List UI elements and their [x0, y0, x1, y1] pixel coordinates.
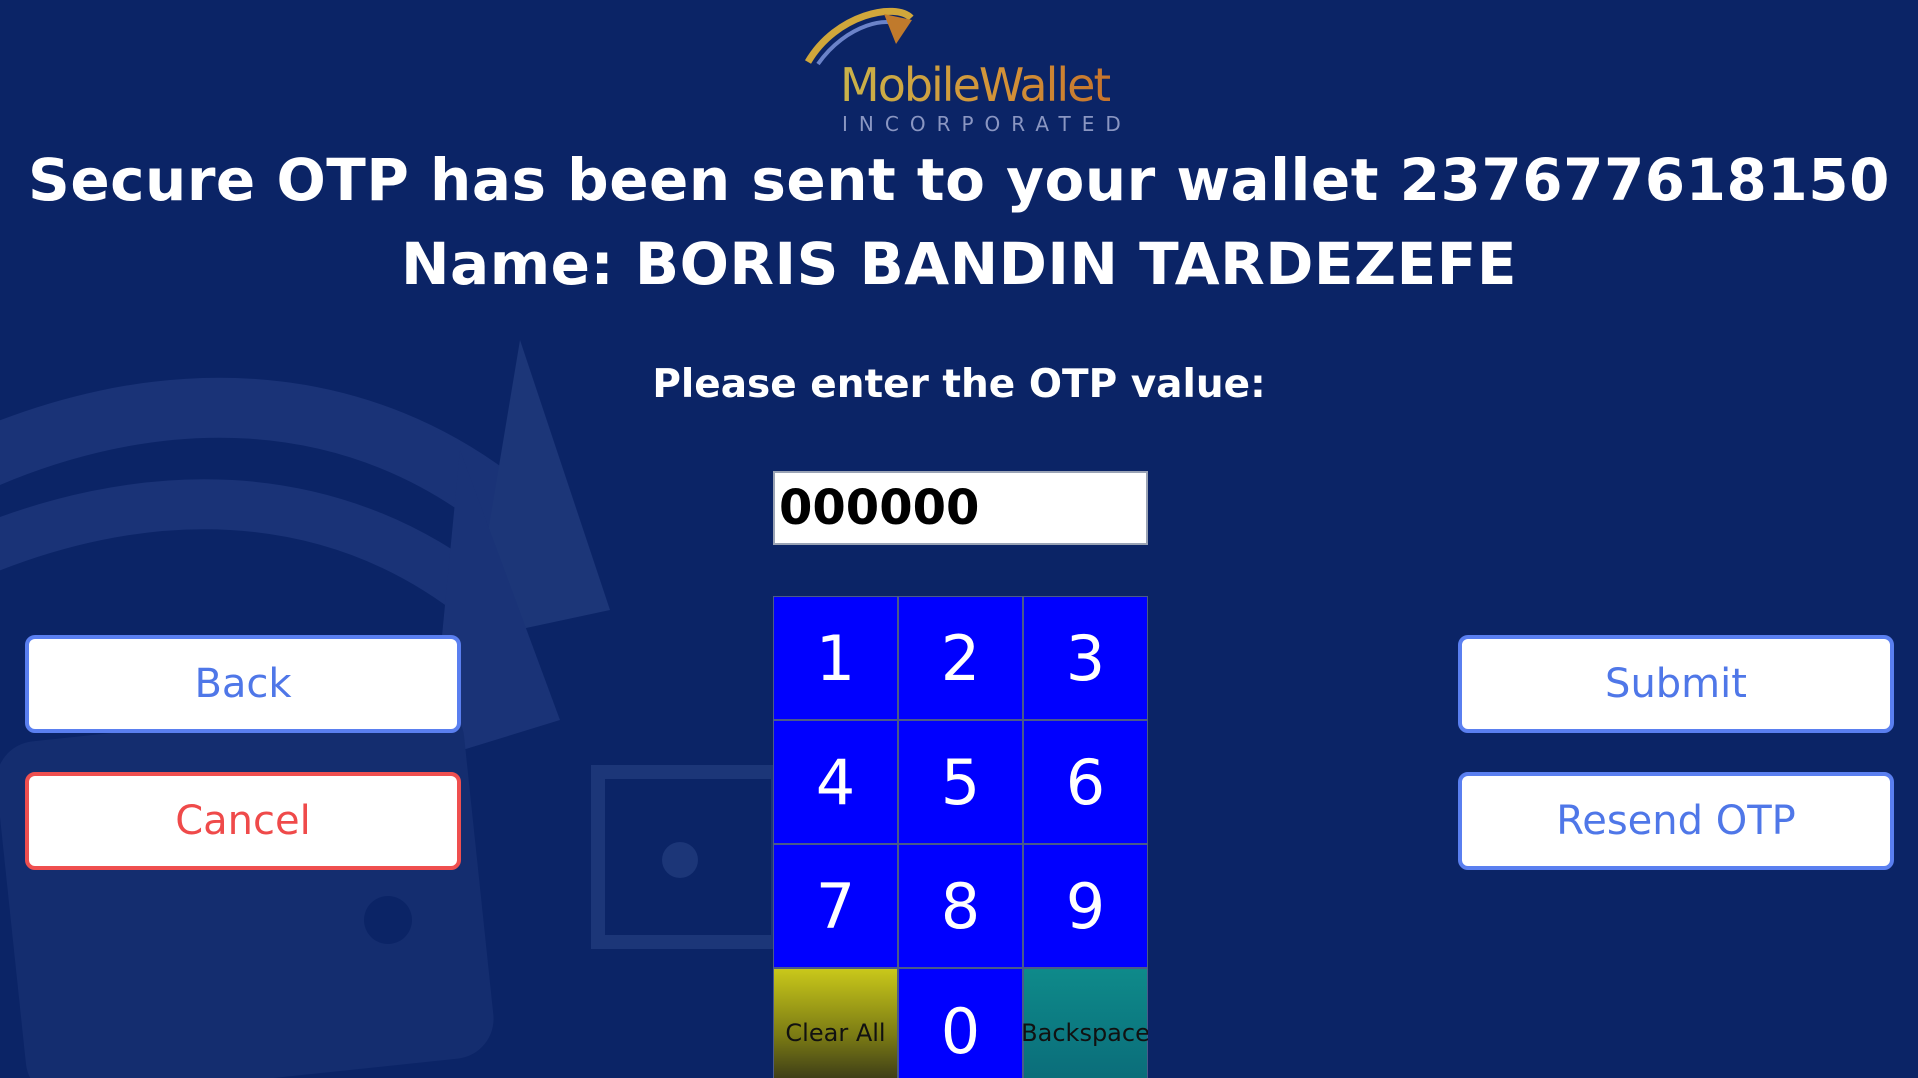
resend-otp-button[interactable]: Resend OTP — [1458, 772, 1894, 870]
logo-subtitle: INCORPORATED — [842, 112, 1132, 136]
key-4[interactable]: 4 — [773, 720, 898, 844]
key-6[interactable]: 6 — [1023, 720, 1148, 844]
back-button[interactable]: Back — [25, 635, 461, 733]
cancel-button[interactable]: Cancel — [25, 772, 461, 870]
key-8[interactable]: 8 — [898, 844, 1023, 968]
otp-input[interactable]: 000000 — [773, 471, 1148, 545]
key-1[interactable]: 1 — [773, 596, 898, 720]
otp-prompt-label: Please enter the OTP value: — [652, 362, 1266, 407]
otp-screen: MobileWallet INCORPORATED Secure OTP has… — [0, 0, 1918, 1078]
key-2[interactable]: 2 — [898, 596, 1023, 720]
otp-sent-message: Secure OTP has been sent to your wallet … — [28, 146, 1890, 214]
account-name: Name: BORIS BANDIN TARDEZEFE — [401, 230, 1517, 298]
key-3[interactable]: 3 — [1023, 596, 1148, 720]
key-7[interactable]: 7 — [773, 844, 898, 968]
key-0[interactable]: 0 — [898, 968, 1023, 1078]
backspace-key[interactable]: Backspace — [1021, 968, 1148, 1078]
submit-button[interactable]: Submit — [1458, 635, 1894, 733]
key-5[interactable]: 5 — [898, 720, 1023, 844]
key-9[interactable]: 9 — [1023, 844, 1148, 968]
numeric-keypad: 1 2 3 4 5 6 7 8 9 Clear All 0 Backspace — [773, 596, 1148, 1078]
mobilewallet-logo: MobileWallet INCORPORATED — [796, 4, 1121, 136]
logo-wordmark: MobileWallet — [840, 58, 1112, 112]
clear-all-key[interactable]: Clear All — [773, 968, 898, 1078]
